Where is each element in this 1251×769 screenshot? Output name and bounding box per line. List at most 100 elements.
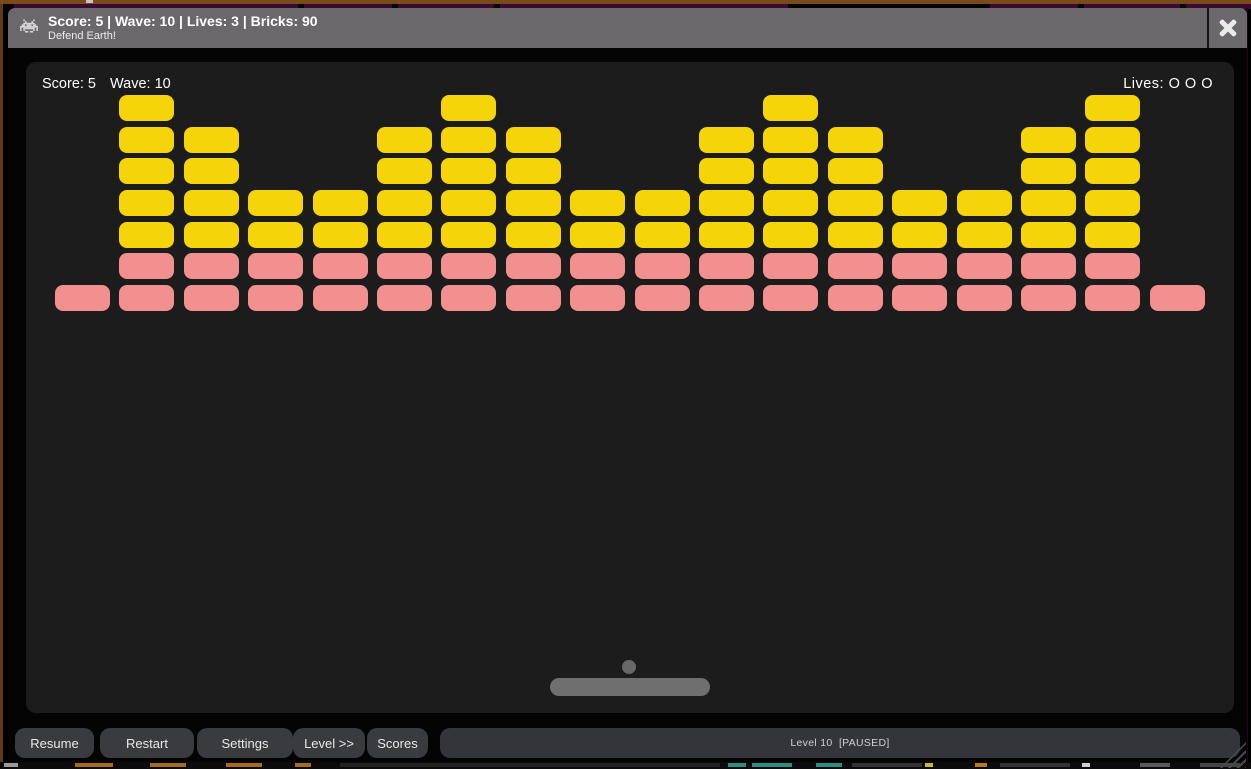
brick-yellow	[699, 158, 754, 184]
brick-yellow	[1085, 190, 1140, 216]
brick-pink	[1021, 253, 1076, 279]
brick-yellow	[1085, 158, 1140, 184]
brick-yellow	[828, 158, 883, 184]
brick-yellow	[184, 190, 239, 216]
close-button[interactable]	[1207, 8, 1247, 48]
desktop-fragment	[75, 763, 113, 767]
brick-yellow	[377, 158, 432, 184]
desktop-fragment	[852, 763, 922, 767]
brick-yellow	[377, 127, 432, 153]
settings-button[interactable]: Settings	[197, 728, 293, 758]
hud-score: Score: 5	[42, 76, 96, 92]
brick-yellow	[119, 222, 174, 248]
titlebar[interactable]: Score: 5 | Wave: 10 | Lives: 3 | Bricks:…	[8, 8, 1247, 48]
restart-button[interactable]: Restart	[100, 728, 194, 758]
scores-button[interactable]: Scores	[367, 728, 428, 758]
brick-yellow	[184, 222, 239, 248]
brick-pink	[1085, 285, 1140, 311]
desktop-fragment	[975, 763, 987, 767]
brick-yellow	[1085, 95, 1140, 121]
brick-yellow	[699, 222, 754, 248]
resume-button[interactable]: Resume	[15, 728, 94, 758]
brick-yellow	[184, 127, 239, 153]
brick-pink	[635, 253, 690, 279]
brick-yellow	[635, 190, 690, 216]
brick-yellow	[313, 222, 368, 248]
desktop-fragment	[728, 763, 746, 767]
desktop-fragment	[816, 763, 842, 767]
brick-pink	[119, 253, 174, 279]
close-icon	[1217, 17, 1239, 39]
window-title: Score: 5 | Wave: 10 | Lives: 3 | Bricks:…	[48, 13, 318, 30]
brick-yellow	[699, 190, 754, 216]
brick-yellow	[1021, 158, 1076, 184]
brick-pink	[506, 285, 561, 311]
game-window: Score: 5 | Wave: 10 | Lives: 3 | Bricks:…	[8, 8, 1247, 762]
brick-yellow	[957, 190, 1012, 216]
brick-yellow	[313, 190, 368, 216]
brick-pink	[248, 285, 303, 311]
desktop-fragment	[925, 763, 933, 767]
status-bar: Level 10 [PAUSED]	[440, 728, 1240, 758]
brick-yellow	[441, 95, 496, 121]
brick-pink	[957, 285, 1012, 311]
brick-pink	[441, 285, 496, 311]
brick-pink	[55, 285, 110, 311]
brick-yellow	[506, 190, 561, 216]
ball	[622, 660, 636, 674]
desktop-fragment	[150, 763, 186, 767]
brick-pink	[184, 253, 239, 279]
desktop-fragment	[1000, 763, 1070, 767]
brick-pink	[957, 253, 1012, 279]
brick-pink	[441, 253, 496, 279]
level-next-button[interactable]: Level >>	[293, 728, 365, 758]
brick-yellow	[892, 190, 947, 216]
brick-pink	[184, 285, 239, 311]
brick-yellow	[119, 190, 174, 216]
brick-pink	[828, 253, 883, 279]
brick-yellow	[1085, 127, 1140, 153]
brick-yellow	[377, 190, 432, 216]
game-canvas[interactable]: Score: 5 Wave: 10 Lives: O O O	[26, 62, 1234, 713]
brick-pink	[570, 253, 625, 279]
status-text: Level 10 [PAUSED]	[790, 737, 889, 749]
brick-yellow	[699, 127, 754, 153]
hud-wave: Wave: 10	[110, 76, 171, 92]
brick-yellow	[570, 222, 625, 248]
hud-score-wave: Score: 5 Wave: 10	[42, 76, 171, 92]
desktop-fragment	[226, 763, 262, 767]
brick-yellow	[1021, 222, 1076, 248]
desktop-fragment	[752, 763, 792, 767]
desktop-fragment	[295, 763, 311, 767]
brick-pink	[699, 253, 754, 279]
brick-yellow	[763, 190, 818, 216]
desktop-bottom-edge	[0, 762, 1251, 769]
desktop-fragment	[1140, 763, 1170, 767]
brick-pink	[763, 253, 818, 279]
brick-pink	[699, 285, 754, 311]
brick-pink	[506, 253, 561, 279]
brick-yellow	[441, 222, 496, 248]
paddle	[550, 678, 710, 696]
brick-pink	[1150, 285, 1205, 311]
brick-yellow	[248, 222, 303, 248]
brick-yellow	[1021, 127, 1076, 153]
desktop-left-edge	[0, 4, 3, 762]
brick-yellow	[248, 190, 303, 216]
hud-lives: Lives: O O O	[1123, 76, 1213, 92]
brick-yellow	[506, 158, 561, 184]
brick-pink	[1085, 253, 1140, 279]
brick-yellow	[763, 95, 818, 121]
brick-yellow	[441, 127, 496, 153]
brick-pink	[119, 285, 174, 311]
window-subtitle: Defend Earth!	[48, 30, 318, 43]
screen: Score: 5 | Wave: 10 | Lives: 3 | Bricks:…	[0, 0, 1251, 769]
brick-yellow	[763, 127, 818, 153]
brick-pink	[313, 253, 368, 279]
brick-yellow	[763, 158, 818, 184]
brick-yellow	[828, 127, 883, 153]
brick-yellow	[828, 222, 883, 248]
brick-pink	[313, 285, 368, 311]
desktop-fragment	[340, 763, 720, 767]
brick-pink	[892, 285, 947, 311]
